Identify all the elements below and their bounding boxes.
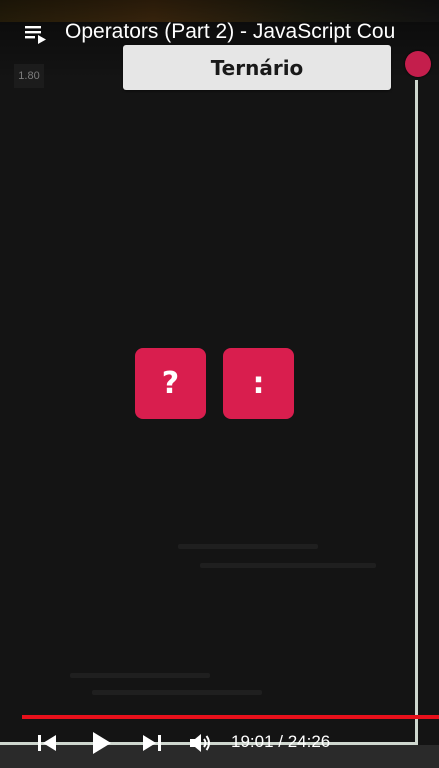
frame-border-right [415,80,418,744]
volume-icon [190,734,210,752]
faint-text-line [92,690,262,695]
progress-bar[interactable] [22,715,439,719]
operator-tile-question: ? [135,348,206,419]
next-button[interactable] [141,732,163,754]
faint-text-line [178,544,318,549]
record-indicator [405,51,431,77]
slide-heading-card: Ternário [123,45,391,90]
video-bottom-strip [0,745,439,768]
time-display: 19:01 / 24:26 [231,732,331,751]
video-title[interactable]: Operators (Part 2) - JavaScript Cou [65,19,439,45]
play-icon [93,732,111,754]
faint-text-line [70,673,210,678]
slide-heading: Ternário [210,55,304,80]
playlist-icon[interactable] [24,22,48,46]
volume-button[interactable] [188,732,212,754]
playback-speed-badge: 1.80 [14,64,44,88]
skip-next-icon [143,735,161,751]
operator-tile-colon: : [223,348,294,419]
skip-previous-icon [38,735,56,751]
operator-question-label: ? [161,366,180,401]
play-button[interactable] [89,730,113,756]
operator-colon-label: : [252,366,265,401]
previous-button[interactable] [36,732,58,754]
faint-text-line [200,563,376,568]
